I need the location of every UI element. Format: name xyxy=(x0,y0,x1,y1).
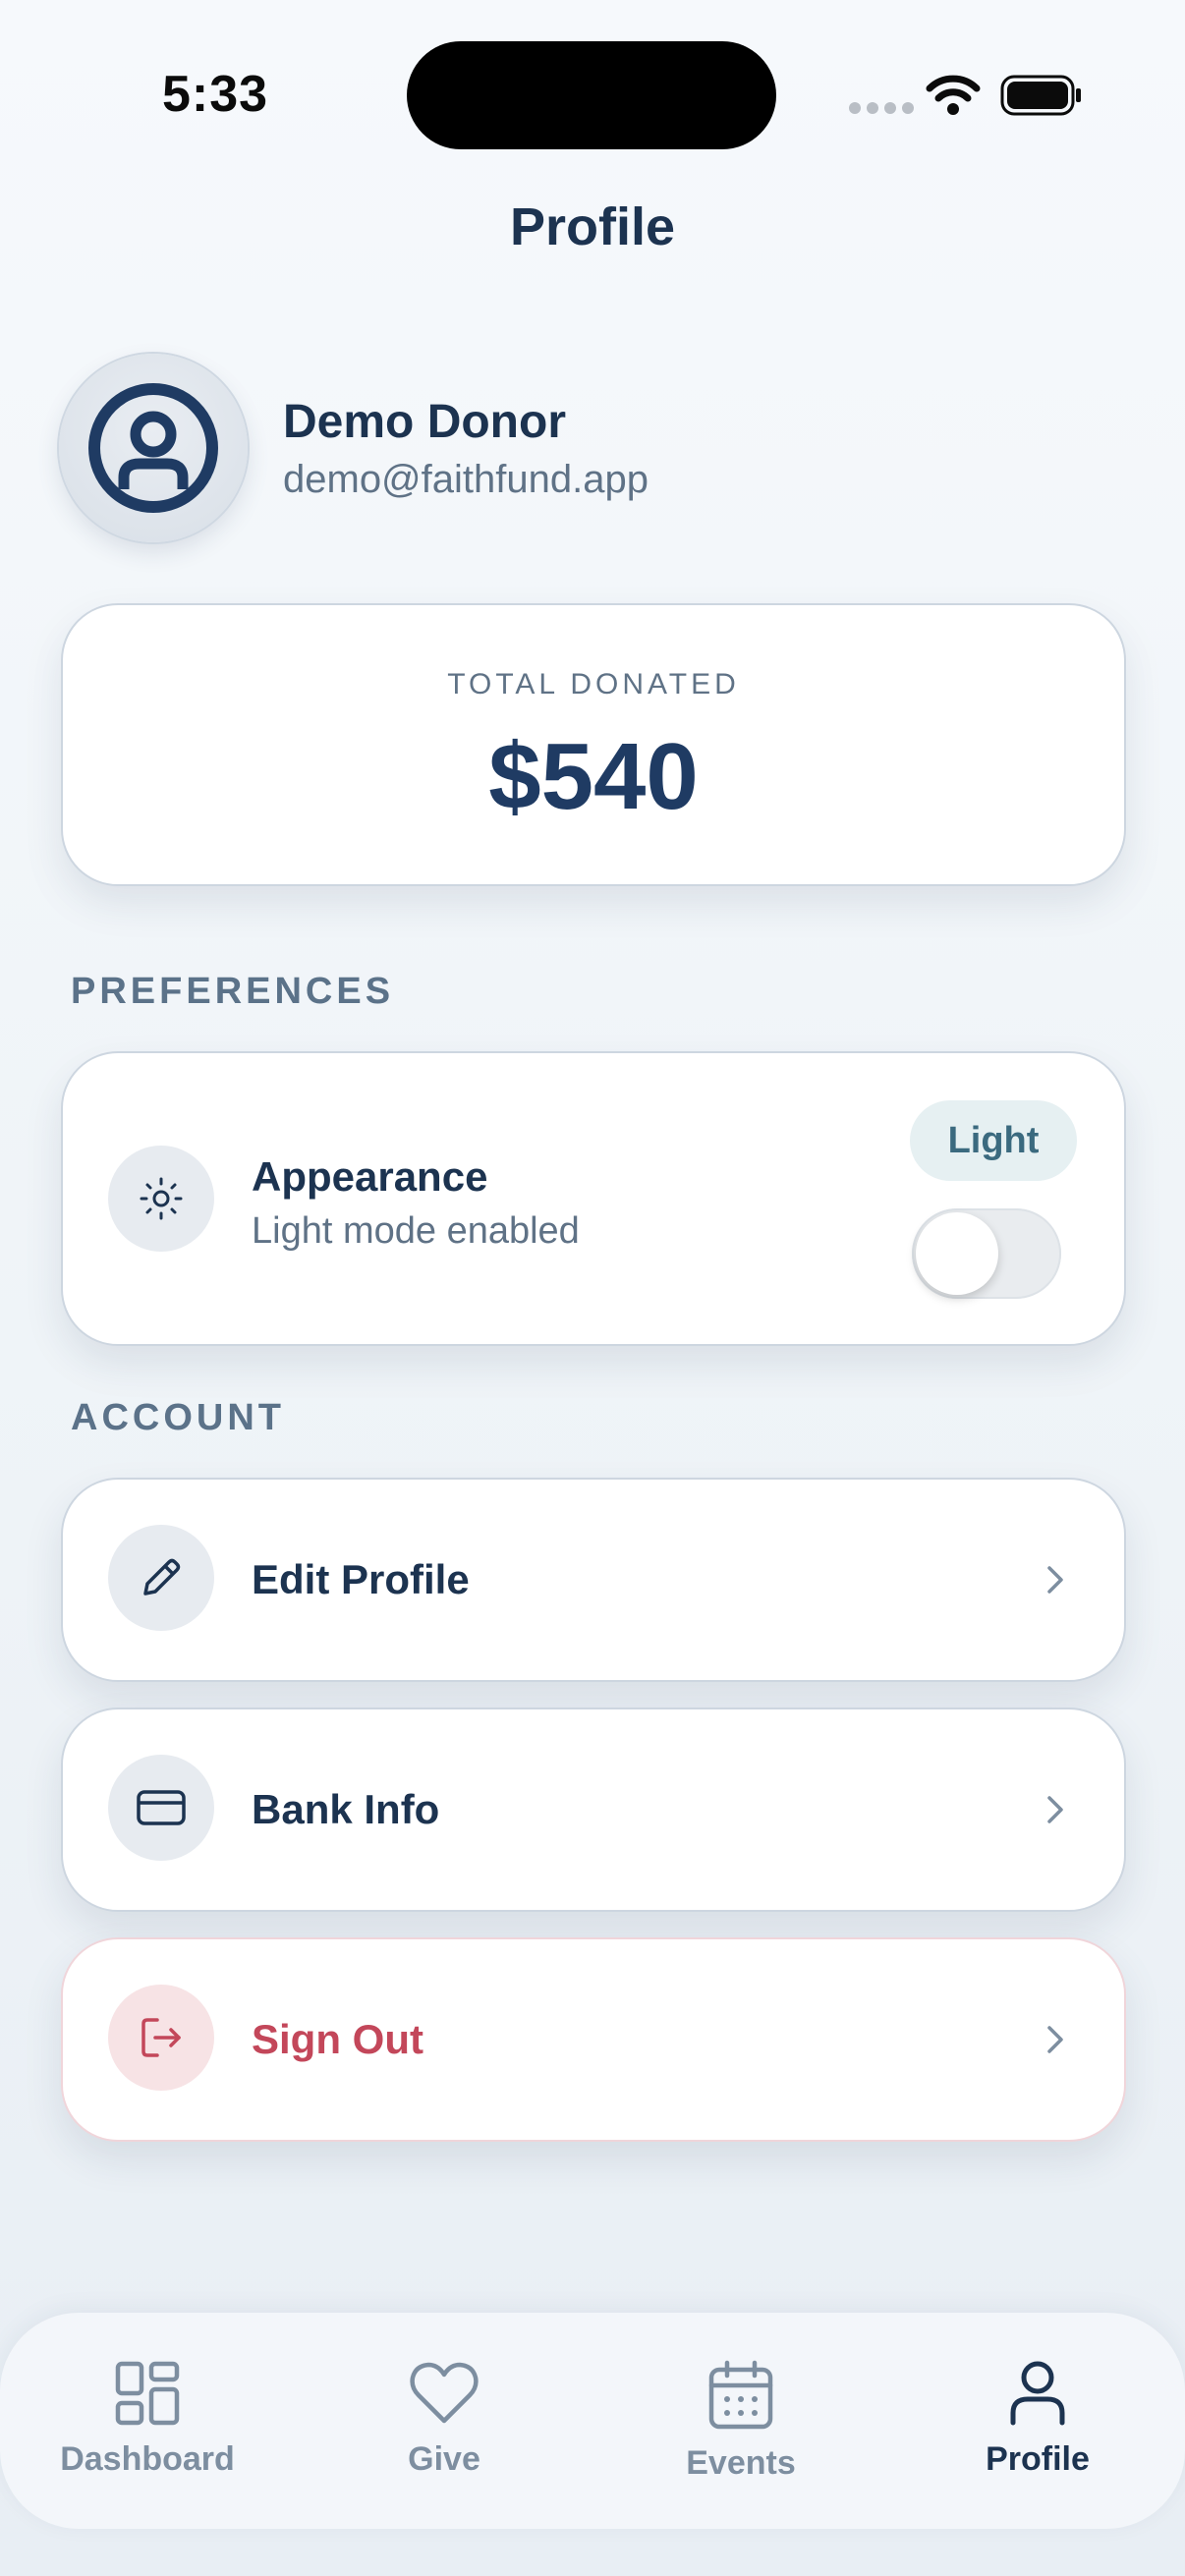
dynamic-island xyxy=(407,41,776,149)
sun-icon xyxy=(140,1177,183,1220)
bank-info-row[interactable]: Bank Info xyxy=(61,1708,1126,1912)
tab-profile[interactable]: Profile xyxy=(920,2360,1156,2479)
calendar-icon xyxy=(708,2360,773,2430)
tab-label: Profile xyxy=(986,2440,1090,2478)
tab-label: Give xyxy=(408,2440,480,2478)
edit-profile-label: Edit Profile xyxy=(252,1556,470,1602)
page-title: Profile xyxy=(509,197,676,256)
tab-label: Events xyxy=(686,2444,796,2482)
mode-badge: Light xyxy=(910,1100,1077,1181)
edit-icon-circle xyxy=(108,1525,214,1631)
wifi-icon xyxy=(926,75,981,115)
tab-dashboard[interactable]: Dashboard xyxy=(29,2360,265,2479)
toggle-knob xyxy=(916,1212,998,1295)
avatar[interactable] xyxy=(59,354,248,542)
user-name: Demo Donor xyxy=(283,396,566,448)
total-donated-label: TOTAL DONATED xyxy=(447,668,740,700)
person-icon xyxy=(1010,2361,1065,2426)
tab-give[interactable]: Give xyxy=(326,2360,562,2479)
sign-out-row[interactable]: Sign Out xyxy=(61,1937,1126,2142)
tab-bar: Dashboard Give Events Profile xyxy=(0,2313,1185,2529)
appearance-subtitle: Light mode enabled xyxy=(252,1210,580,1252)
chevron-right-icon xyxy=(1047,2026,1063,2053)
total-donated-card: TOTAL DONATED $540 xyxy=(61,603,1126,886)
bank-info-label: Bank Info xyxy=(252,1786,440,1832)
sign-out-icon-circle xyxy=(108,1985,214,2091)
tab-events[interactable]: Events xyxy=(623,2360,859,2483)
chevron-right-icon xyxy=(1047,1566,1063,1594)
total-donated-amount: $540 xyxy=(488,724,699,829)
user-avatar-icon xyxy=(88,383,218,513)
dark-mode-toggle[interactable] xyxy=(912,1208,1061,1299)
sign-out-label: Sign Out xyxy=(252,2016,423,2062)
cellular-signal-icon xyxy=(849,102,914,114)
card-icon xyxy=(137,1790,186,1825)
heart-icon xyxy=(410,2362,479,2424)
section-label-preferences: PREFERENCES xyxy=(71,971,395,1012)
section-label-account: ACCOUNT xyxy=(71,1397,285,1438)
appearance-card: Appearance Light mode enabled Light xyxy=(61,1051,1126,1346)
tab-label: Dashboard xyxy=(60,2440,235,2478)
pencil-icon xyxy=(143,1558,181,1596)
battery-icon xyxy=(1000,75,1081,116)
grid-icon xyxy=(115,2361,180,2426)
edit-profile-row[interactable]: Edit Profile xyxy=(61,1478,1126,1682)
status-time: 5:33 xyxy=(162,66,269,123)
appearance-title: Appearance xyxy=(252,1153,488,1200)
user-email: demo@faithfund.app xyxy=(283,458,649,501)
appearance-icon-circle xyxy=(108,1146,214,1252)
bank-icon-circle xyxy=(108,1755,214,1861)
logout-icon xyxy=(141,2018,181,2057)
chevron-right-icon xyxy=(1047,1796,1063,1823)
